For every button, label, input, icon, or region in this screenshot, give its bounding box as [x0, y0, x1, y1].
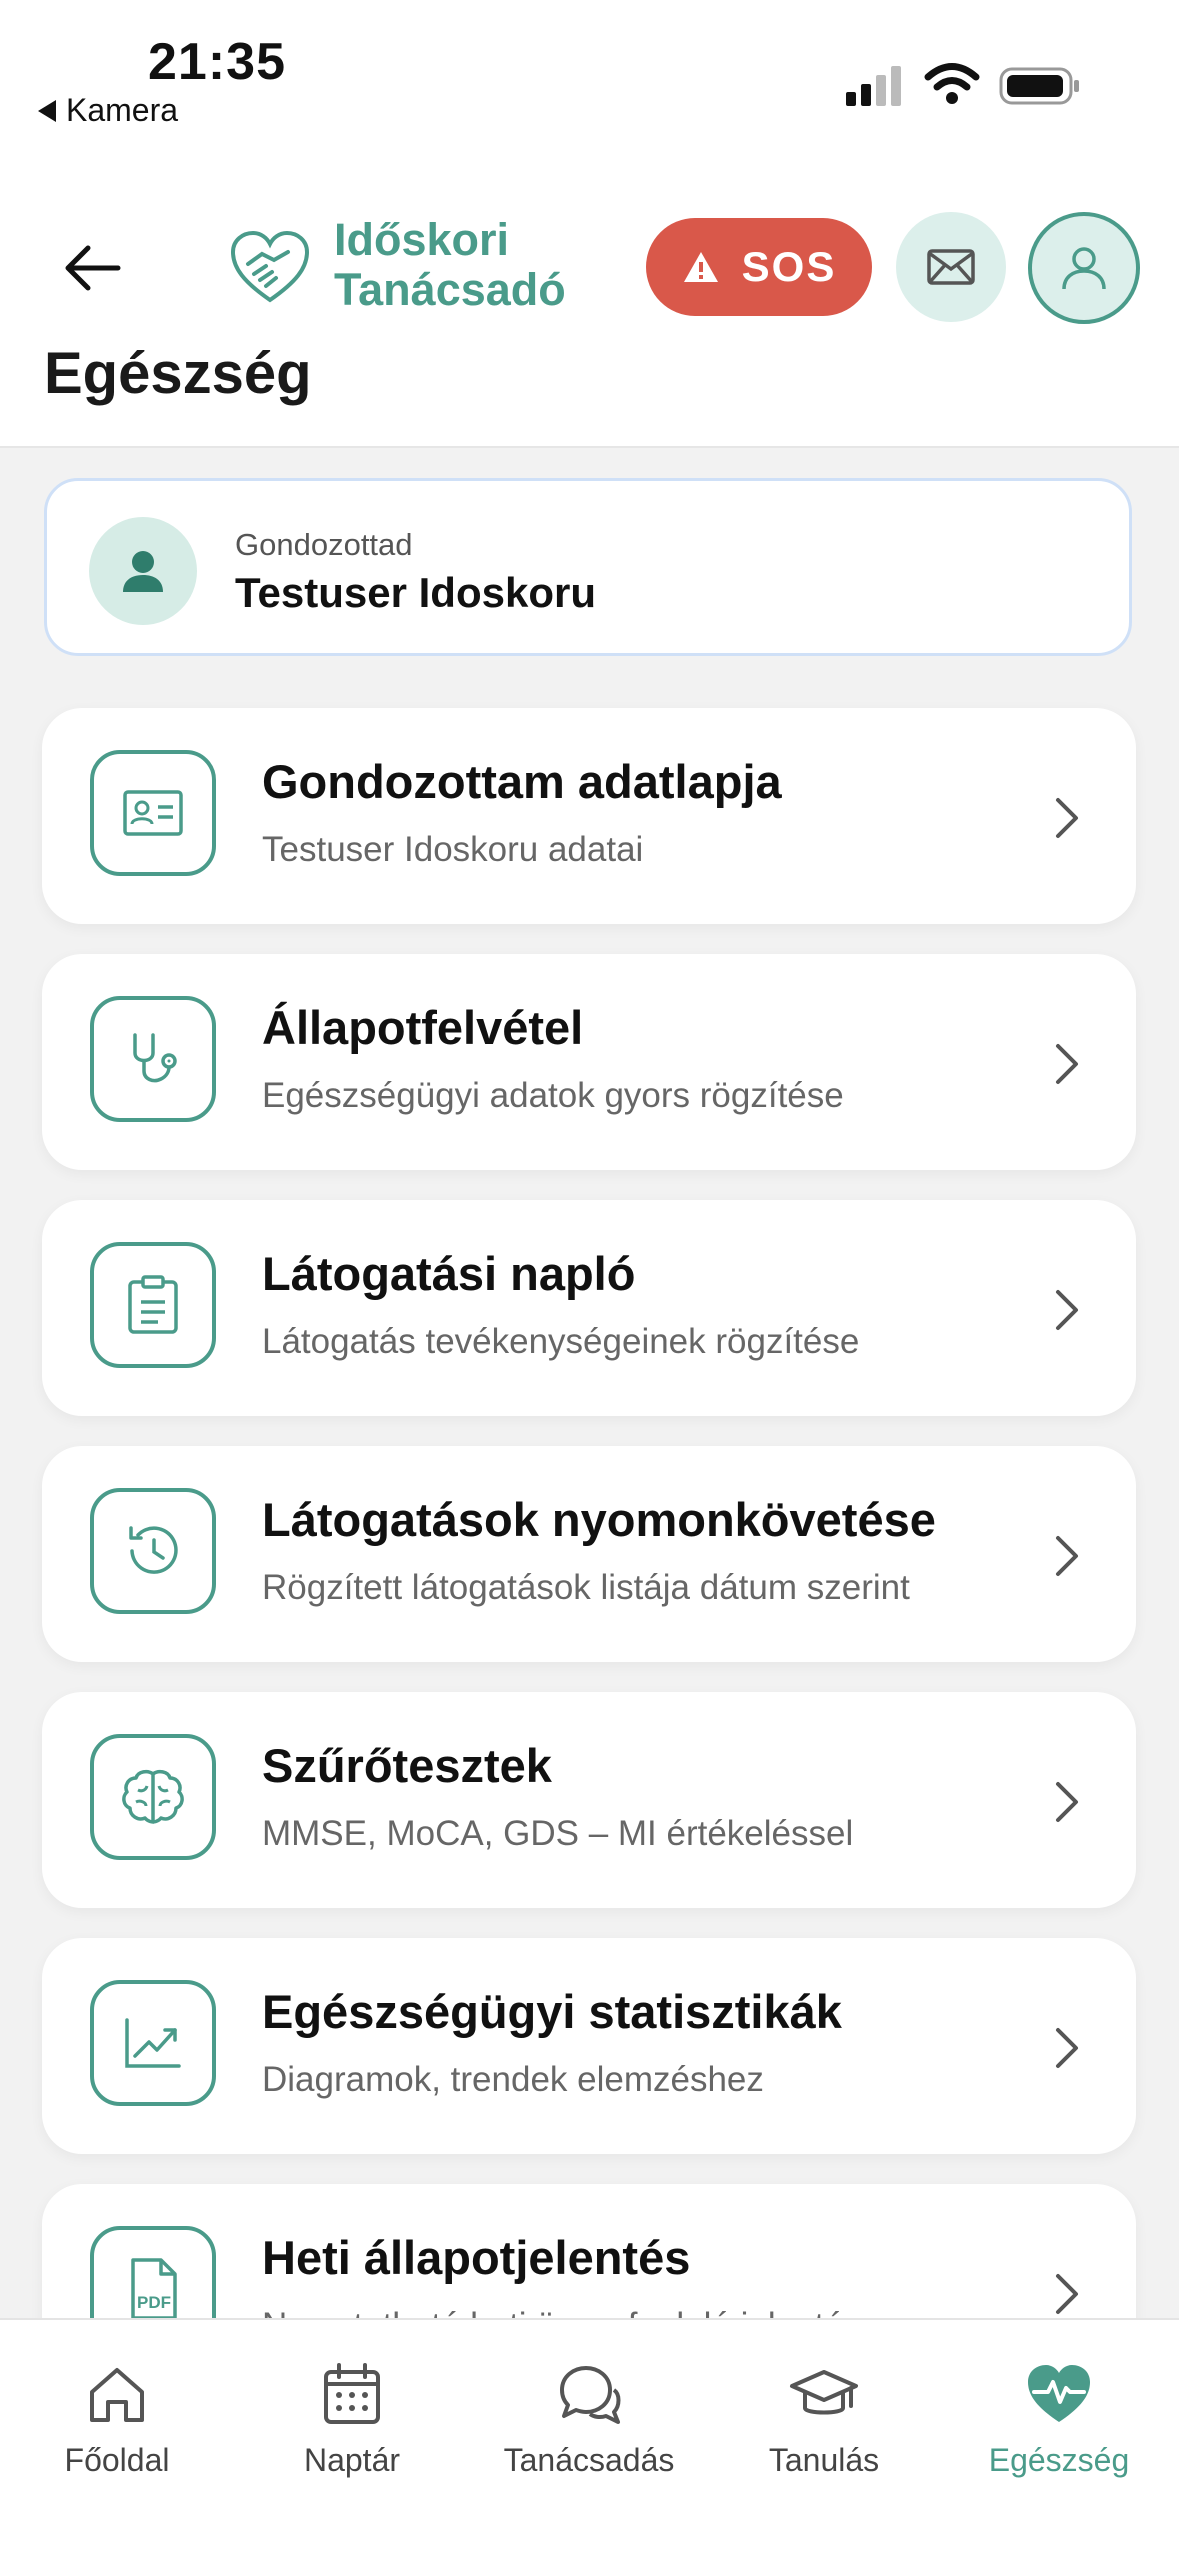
tab-counseling[interactable]: Tanácsadás [474, 2360, 704, 2479]
back-arrow-icon[interactable] [60, 236, 124, 300]
svg-text:PDF: PDF [137, 2293, 171, 2312]
user-icon [1062, 247, 1106, 290]
menu-item-title: Látogatások nyomonkövetése [262, 1493, 936, 1546]
menu-item-health-statistics[interactable]: Egészségügyi statisztikák Diagramok, tre… [42, 1938, 1136, 2154]
history-icon [90, 1488, 216, 1614]
menu-item-subtitle: MMSE, MoCA, GDS – MI értékeléssel [262, 1814, 854, 1853]
patient-avatar [89, 517, 197, 625]
page-title: Egészség [44, 341, 312, 406]
status-time: 21:35 [148, 33, 286, 91]
tab-label: Naptár [303, 2442, 401, 2478]
tab-label: Főoldal [64, 2442, 170, 2478]
menu-item-subtitle: Testuser Idoskoru adatai [262, 830, 644, 869]
calendar-icon [324, 2363, 380, 2424]
trend-chart-icon [90, 1980, 216, 2106]
menu-item-subtitle: Rögzített látogatások listája dátum szer… [262, 1568, 910, 1607]
menu-item-visit-log[interactable]: Látogatási napló Látogatás tevékenységei… [42, 1200, 1136, 1416]
profile-button[interactable] [1028, 212, 1140, 324]
person-icon [123, 551, 163, 592]
chat-icon [560, 2366, 621, 2424]
menu-item-subtitle: Látogatás tevékenységeinek rögzítése [262, 1322, 860, 1361]
chevron-right-icon [1056, 2028, 1078, 2068]
menu-item-title: Egészségügyi statisztikák [262, 1985, 842, 2038]
menu-item-screening-tests[interactable]: Szűrőtesztek MMSE, MoCA, GDS – MI értéke… [42, 1692, 1136, 1908]
tab-calendar[interactable]: Naptár [237, 2360, 467, 2479]
graduation-cap-icon [790, 2370, 858, 2415]
logo-line-1: Időskori [334, 214, 510, 265]
chevron-right-icon [1056, 1290, 1078, 1330]
back-triangle-icon [38, 100, 56, 122]
brain-icon [90, 1734, 216, 1860]
chevron-right-icon [1056, 798, 1078, 838]
stethoscope-icon [90, 996, 216, 1122]
tab-health[interactable]: Egészség [944, 2360, 1174, 2479]
id-card-icon [90, 750, 216, 876]
menu-item-title: Állapotfelvétel [262, 1001, 584, 1054]
sos-button[interactable]: SOS [646, 218, 872, 316]
menu-item-visit-tracking[interactable]: Látogatások nyomonkövetése Rögzített lát… [42, 1446, 1136, 1662]
app-logo-text: Időskori Tanácsadó [334, 215, 566, 315]
chevron-right-icon [1056, 1536, 1078, 1576]
envelope-icon [927, 249, 975, 285]
home-icon [90, 2368, 144, 2422]
wifi-icon [924, 63, 980, 104]
menu-item-title: Látogatási napló [262, 1247, 636, 1300]
patient-name: Testuser Idoskoru [235, 569, 596, 616]
heart-pulse-icon [1028, 2365, 1090, 2422]
tab-label: Egészség [988, 2442, 1130, 2478]
warning-icon [683, 252, 718, 282]
chevron-right-icon [1056, 2274, 1078, 2314]
back-to-app-link[interactable]: Kamera [38, 92, 178, 129]
patient-label: Gondozottad [235, 527, 413, 562]
menu-item-patient-datasheet[interactable]: Gondozottam adatlapja Testuser Idoskoru … [42, 708, 1136, 924]
menu-item-subtitle: Diagramok, trendek elemzéshez [262, 2060, 764, 2099]
menu-item-title: Gondozottam adatlapja [262, 755, 782, 808]
clipboard-icon [90, 1242, 216, 1368]
battery-icon [999, 67, 1079, 105]
tab-learning[interactable]: Tanulás [709, 2360, 939, 2479]
chevron-right-icon [1056, 1044, 1078, 1084]
back-app-label: Kamera [66, 92, 179, 128]
menu-item-subtitle: Egészségügyi adatok gyors rögzítése [262, 1076, 844, 1115]
chevron-right-icon [1056, 1782, 1078, 1822]
patient-card[interactable]: Gondozottad Testuser Idoskoru [44, 478, 1132, 656]
cellular-signal-icon [846, 66, 901, 106]
tab-label: Tanácsadás [503, 2442, 675, 2478]
handshake-heart-logo-icon [230, 230, 310, 303]
top-header-area: 21:35 Kamera Időskori Tanácsadó SOS Egés… [0, 0, 1179, 448]
messages-button[interactable] [896, 212, 1006, 322]
bottom-tab-bar: Főoldal Naptár Tanácsadás Tanulás Egészs… [0, 2318, 1179, 2558]
menu-item-health-assessment[interactable]: Állapotfelvétel Egészségügyi adatok gyor… [42, 954, 1136, 1170]
tab-label: Tanulás [768, 2442, 880, 2478]
logo-line-2: Tanácsadó [334, 264, 566, 315]
sos-label: SOS [741, 243, 837, 290]
menu-item-title: Heti állapotjelentés [262, 2231, 691, 2284]
tab-home[interactable]: Főoldal [2, 2360, 232, 2479]
menu-item-title: Szűrőtesztek [262, 1739, 552, 1792]
